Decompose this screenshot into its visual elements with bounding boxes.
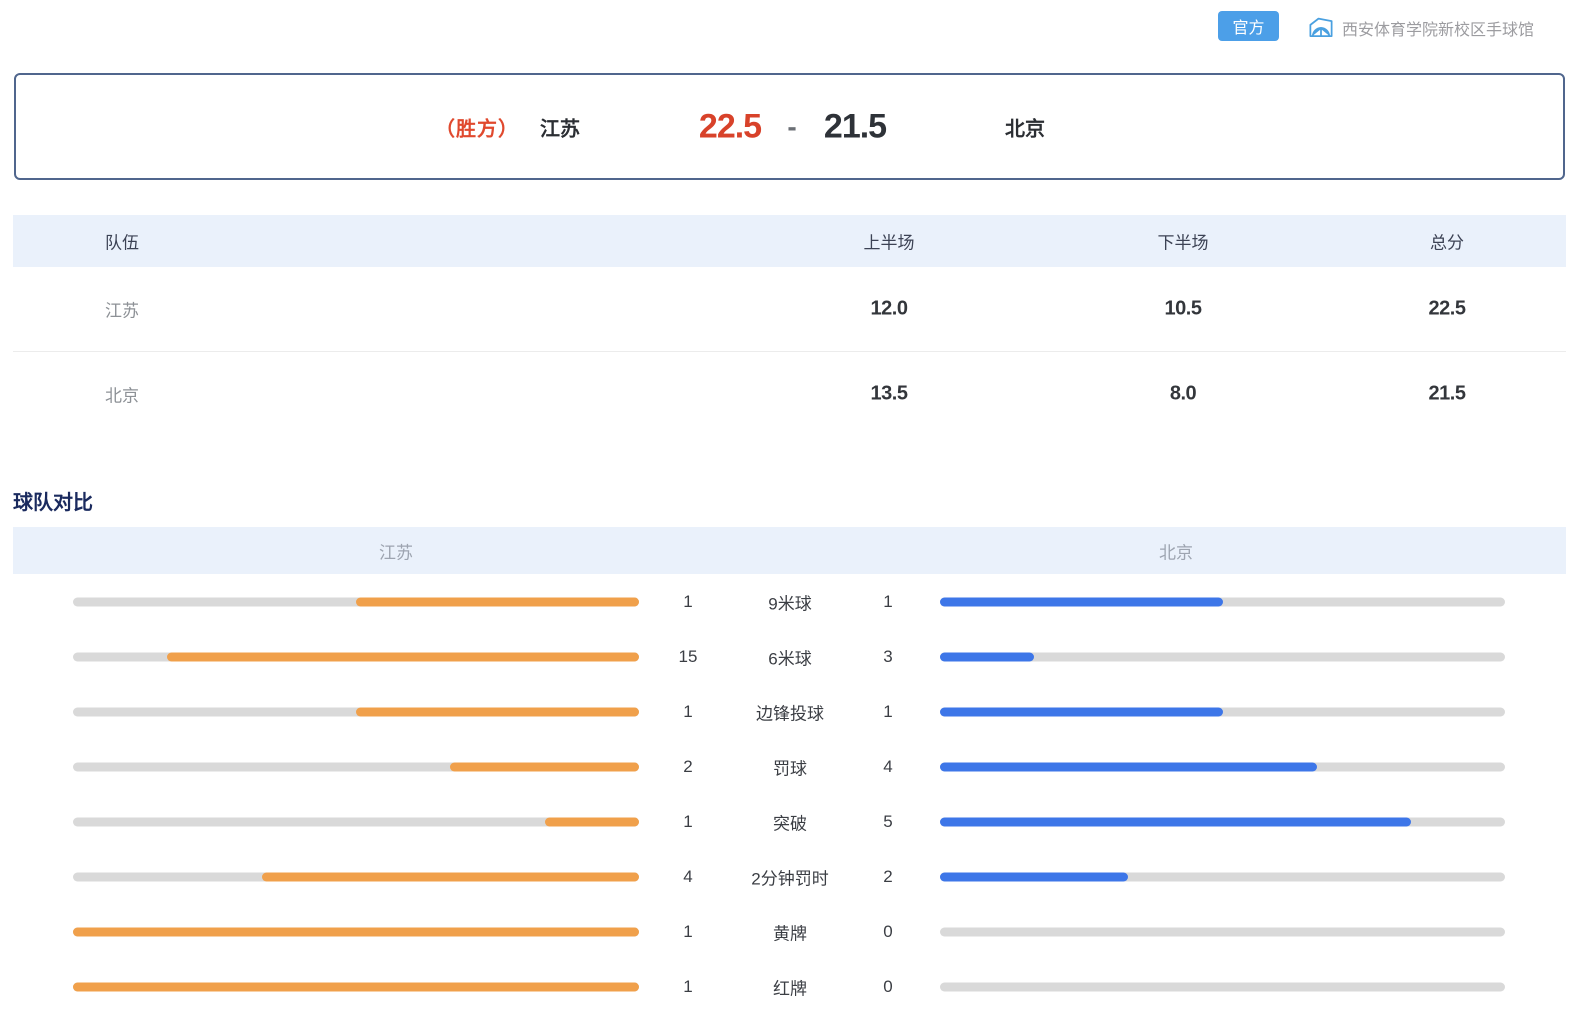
stat-row: 1 9米球 1 bbox=[13, 574, 1566, 629]
right-bar-fill bbox=[940, 597, 1223, 606]
winner-label: （胜方） bbox=[435, 112, 519, 141]
stat-row: 4 2分钟罚时 2 bbox=[13, 849, 1566, 904]
official-badge[interactable]: 官方 bbox=[1218, 11, 1279, 41]
total-score: 21.5 bbox=[1429, 383, 1466, 406]
left-bar-fill bbox=[356, 597, 639, 606]
first-half-score: 12.0 bbox=[871, 298, 908, 321]
first-half-score: 13.5 bbox=[871, 383, 908, 406]
left-bar-fill bbox=[450, 762, 639, 771]
left-bar-fill bbox=[545, 817, 639, 826]
left-bar-track bbox=[73, 982, 639, 991]
home-score: 22.5 bbox=[699, 107, 761, 146]
right-value: 5 bbox=[883, 812, 892, 832]
left-value: 1 bbox=[683, 702, 692, 722]
right-value: 2 bbox=[883, 867, 892, 887]
comparison-stats: 1 9米球 1 15 6米球 3 1 边锋投球 1 2 罚球 4 bbox=[13, 574, 1566, 1014]
stat-label: 2分钟罚时 bbox=[751, 864, 828, 889]
left-value: 15 bbox=[679, 647, 698, 667]
stat-label: 9米球 bbox=[768, 589, 811, 614]
left-value: 4 bbox=[683, 867, 692, 887]
left-bar-fill bbox=[356, 707, 639, 716]
right-bar-track bbox=[940, 597, 1505, 606]
second-half-score: 8.0 bbox=[1170, 383, 1196, 406]
left-bar-track bbox=[73, 597, 639, 606]
right-bar-fill bbox=[940, 707, 1223, 716]
right-bar-fill bbox=[940, 872, 1128, 881]
right-value: 0 bbox=[883, 922, 892, 942]
left-bar-fill bbox=[73, 982, 639, 991]
right-bar-fill bbox=[940, 817, 1411, 826]
comparison-right-team: 北京 bbox=[1159, 538, 1193, 563]
right-bar-track bbox=[940, 872, 1505, 881]
match-result-page: 官方 西安体育学院新校区手球馆 （胜方） 江苏 22.5 - 21.5 北京 队… bbox=[0, 0, 1582, 1035]
right-value: 3 bbox=[883, 647, 892, 667]
stat-label: 黄牌 bbox=[773, 919, 807, 944]
left-value: 1 bbox=[683, 977, 692, 997]
stat-label: 突破 bbox=[773, 809, 807, 834]
right-bar-track bbox=[940, 982, 1505, 991]
comparison-title: 球队对比 bbox=[13, 486, 93, 515]
left-value: 2 bbox=[683, 757, 692, 777]
arena-icon bbox=[1306, 13, 1336, 43]
comparison-header: 江苏 北京 bbox=[13, 527, 1566, 574]
stat-label: 6米球 bbox=[768, 644, 811, 669]
right-value: 0 bbox=[883, 977, 892, 997]
stat-row: 1 突破 5 bbox=[13, 794, 1566, 849]
stat-row: 1 红牌 0 bbox=[13, 959, 1566, 1014]
comparison-left-team: 江苏 bbox=[379, 538, 413, 563]
col-total: 总分 bbox=[1430, 229, 1464, 254]
score-separator: - bbox=[787, 111, 796, 143]
col-team: 队伍 bbox=[105, 229, 139, 254]
right-bar-track bbox=[940, 762, 1505, 771]
right-bar-track bbox=[940, 707, 1505, 716]
second-half-score: 10.5 bbox=[1165, 298, 1202, 321]
table-row-home: 江苏 12.0 10.5 22.5 bbox=[13, 267, 1566, 351]
left-bar-fill bbox=[73, 927, 639, 936]
stat-row: 15 6米球 3 bbox=[13, 629, 1566, 684]
right-bar-fill bbox=[940, 762, 1317, 771]
right-bar-fill bbox=[940, 652, 1034, 661]
stat-label: 边锋投球 bbox=[756, 699, 824, 724]
left-bar-track bbox=[73, 707, 639, 716]
left-bar-track bbox=[73, 762, 639, 771]
right-value: 1 bbox=[883, 592, 892, 612]
stat-row: 1 黄牌 0 bbox=[13, 904, 1566, 959]
left-bar-track bbox=[73, 652, 639, 661]
right-bar-track bbox=[940, 817, 1505, 826]
table-row-away: 北京 13.5 8.0 21.5 bbox=[13, 352, 1566, 436]
stat-label: 红牌 bbox=[773, 974, 807, 999]
away-score: 21.5 bbox=[824, 107, 886, 146]
col-second-half: 下半场 bbox=[1158, 229, 1209, 254]
right-value: 1 bbox=[883, 702, 892, 722]
total-score: 22.5 bbox=[1429, 298, 1466, 321]
left-value: 1 bbox=[683, 592, 692, 612]
away-team-name: 北京 bbox=[1005, 112, 1045, 141]
score-panel: （胜方） 江苏 22.5 - 21.5 北京 bbox=[14, 73, 1565, 180]
left-bar-fill bbox=[262, 872, 639, 881]
left-value: 1 bbox=[683, 812, 692, 832]
col-first-half: 上半场 bbox=[864, 229, 915, 254]
venue-name: 西安体育学院新校区手球馆 bbox=[1342, 13, 1534, 43]
right-bar-track bbox=[940, 652, 1505, 661]
right-value: 4 bbox=[883, 757, 892, 777]
stat-row: 2 罚球 4 bbox=[13, 739, 1566, 794]
stat-row: 1 边锋投球 1 bbox=[13, 684, 1566, 739]
left-value: 1 bbox=[683, 922, 692, 942]
team-name: 北京 bbox=[105, 382, 139, 407]
home-team-name: 江苏 bbox=[540, 112, 580, 141]
left-bar-track bbox=[73, 817, 639, 826]
left-bar-track bbox=[73, 927, 639, 936]
left-bar-track bbox=[73, 872, 639, 881]
team-name: 江苏 bbox=[105, 297, 139, 322]
left-bar-fill bbox=[167, 652, 639, 661]
stat-label: 罚球 bbox=[773, 754, 807, 779]
score-table: 队伍 上半场 下半场 总分 江苏 12.0 10.5 22.5 北京 13.5 … bbox=[13, 215, 1566, 436]
score-table-header: 队伍 上半场 下半场 总分 bbox=[13, 215, 1566, 267]
right-bar-track bbox=[940, 927, 1505, 936]
